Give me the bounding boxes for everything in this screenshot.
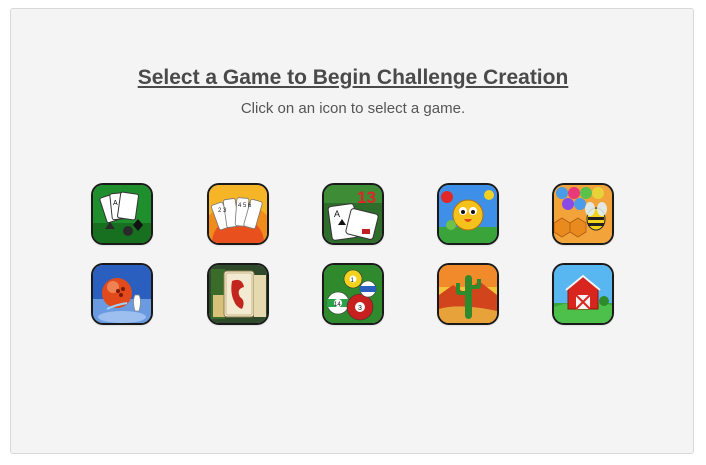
- pool-billiard-balls-icon: 1 14 3: [324, 265, 382, 323]
- svg-text:3: 3: [358, 305, 362, 312]
- rummy-cards-fan-icon: 2 3 4 5 6: [209, 185, 267, 243]
- mahjong-dragon-tile-icon: [209, 265, 267, 323]
- game-button-bee-shooter[interactable]: [554, 185, 612, 243]
- spades-cards-icon: A: [93, 185, 151, 243]
- game-button-thirteen[interactable]: 13 A: [324, 185, 382, 243]
- game-button-mahjong[interactable]: [209, 265, 267, 323]
- red-barn-farm-icon: [554, 265, 612, 323]
- game-button-bowling[interactable]: [93, 265, 151, 323]
- game-selection-panel: Select a Game to Begin Challenge Creatio…: [10, 8, 694, 454]
- game-button-bird-shooter[interactable]: [439, 185, 497, 243]
- bee-bubble-shooter-icon: [554, 185, 612, 243]
- page-subtitle: Click on an icon to select a game.: [240, 100, 466, 117]
- game-button-pool[interactable]: 1 14 3: [324, 265, 382, 323]
- svg-text:13: 13: [357, 188, 376, 207]
- svg-text:A: A: [334, 209, 340, 219]
- game-button-rummy[interactable]: 2 3 4 5 6: [209, 185, 267, 243]
- bowling-ball-icon: [93, 265, 151, 323]
- game-button-spades[interactable]: A: [93, 185, 151, 243]
- page-title: Select a Game to Begin Challenge Creatio…: [137, 66, 569, 89]
- bird-bubble-shooter-icon: [439, 185, 497, 243]
- thirteen-cards-icon: 13 A: [324, 185, 382, 243]
- game-button-farm[interactable]: [554, 265, 612, 323]
- svg-text:14: 14: [334, 302, 341, 308]
- desert-cactus-icon: [439, 265, 497, 323]
- game-button-desert[interactable]: [439, 265, 497, 323]
- svg-text:A: A: [113, 200, 118, 207]
- svg-text:2 3: 2 3: [218, 208, 227, 214]
- svg-text:4 5 6: 4 5 6: [238, 203, 252, 209]
